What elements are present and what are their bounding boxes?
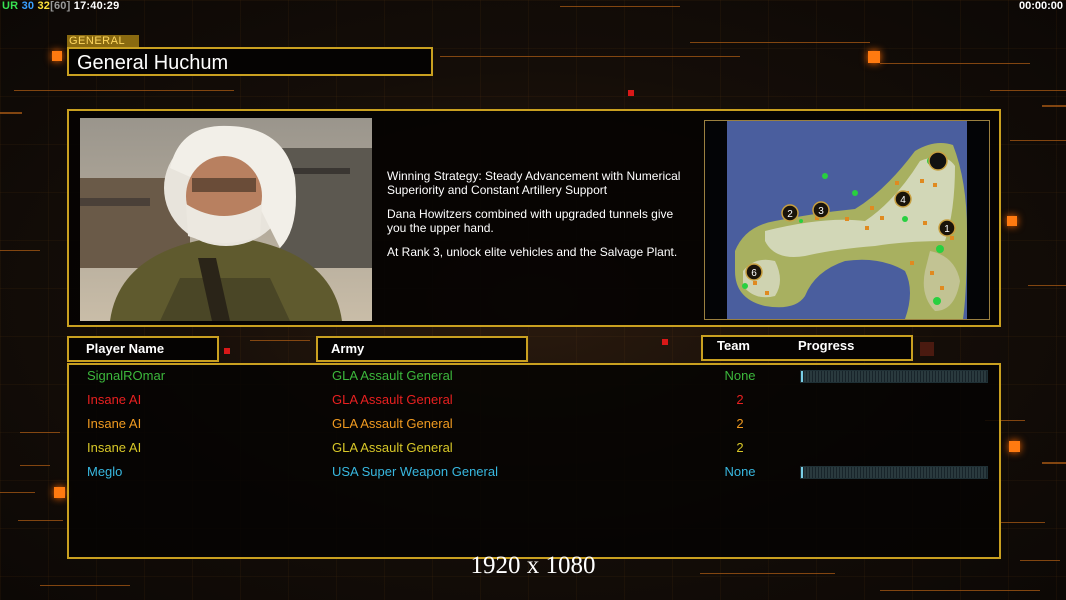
general-info-panel: Winning Strategy: Steady Advancement wit…	[67, 109, 1001, 327]
hud-stat-4: [60]	[50, 0, 71, 12]
player-army: GLA Assault General	[332, 368, 453, 383]
minimap-marker-6: 6	[751, 268, 757, 279]
minimap-marker-1: 1	[944, 224, 950, 235]
hud-stat-2: 30	[21, 0, 35, 12]
player-name-header: Player Name	[67, 336, 219, 362]
player-army: GLA Assault General	[332, 416, 453, 431]
general-description: Winning Strategy: Steady Advancement wit…	[387, 169, 707, 269]
player-name: Insane AI	[87, 416, 142, 431]
player-progress-bar	[800, 466, 988, 479]
general-name: General Huchum	[67, 47, 433, 76]
player-name-header-label: Player Name	[86, 341, 165, 356]
resolution-label: 1920 x 1080	[470, 552, 596, 579]
team-header-label: Team	[717, 338, 750, 353]
hud-stat-1: UR	[2, 0, 19, 12]
player-team: None	[724, 368, 756, 383]
player-row: Insane AI GLA Assault General 2	[69, 390, 999, 414]
player-name: SignalROmar	[87, 368, 166, 383]
hud-stat-3: 32	[37, 0, 51, 12]
team-progress-header: Team Progress	[701, 335, 913, 361]
player-name: Meglo	[87, 464, 123, 479]
player-team: None	[724, 464, 756, 479]
general-portrait	[80, 118, 372, 321]
tip-text: Dana Howitzers combined with upgraded tu…	[387, 207, 674, 235]
minimap-marker-2: 2	[787, 209, 793, 220]
rank-text: At Rank 3, unlock elite vehicles and the…	[387, 245, 678, 259]
players-panel: SignalROmar GLA Assault General None Insane…	[67, 363, 1001, 559]
player-team: 2	[736, 440, 744, 455]
player-row: Meglo USA Super Weapon General None	[69, 462, 999, 486]
strategy-text: Winning Strategy: Steady Advancement wit…	[387, 169, 681, 197]
player-progress-fill	[801, 467, 803, 478]
progress-header-label: Progress	[798, 338, 855, 353]
player-row: SignalROmar GLA Assault General None	[69, 366, 999, 390]
player-progress-fill	[801, 371, 803, 382]
player-name: Insane AI	[87, 440, 142, 455]
minimap[interactable]: 1 2 3 4 6	[704, 120, 990, 320]
player-name: Insane AI	[87, 392, 142, 407]
player-team: 2	[736, 392, 744, 407]
player-army: USA Super Weapon General	[332, 464, 498, 479]
player-team: 2	[736, 416, 744, 431]
player-row: Insane AI GLA Assault General 2	[69, 414, 999, 438]
army-header: Army	[316, 336, 528, 362]
army-header-label: Army	[331, 341, 365, 356]
player-row: Insane AI GLA Assault General 2	[69, 438, 999, 462]
player-progress-bar	[800, 370, 988, 383]
hud-stats: UR 30 32[60] 17:40:29	[2, 0, 119, 12]
player-army: GLA Assault General	[332, 392, 453, 407]
minimap-marker-4: 4	[900, 195, 906, 206]
minimap-marker-3: 3	[818, 206, 824, 217]
hud-clock: 17:40:29	[73, 0, 120, 12]
game-timer: 00:00:00	[1018, 0, 1063, 12]
player-army: GLA Assault General	[332, 440, 453, 455]
